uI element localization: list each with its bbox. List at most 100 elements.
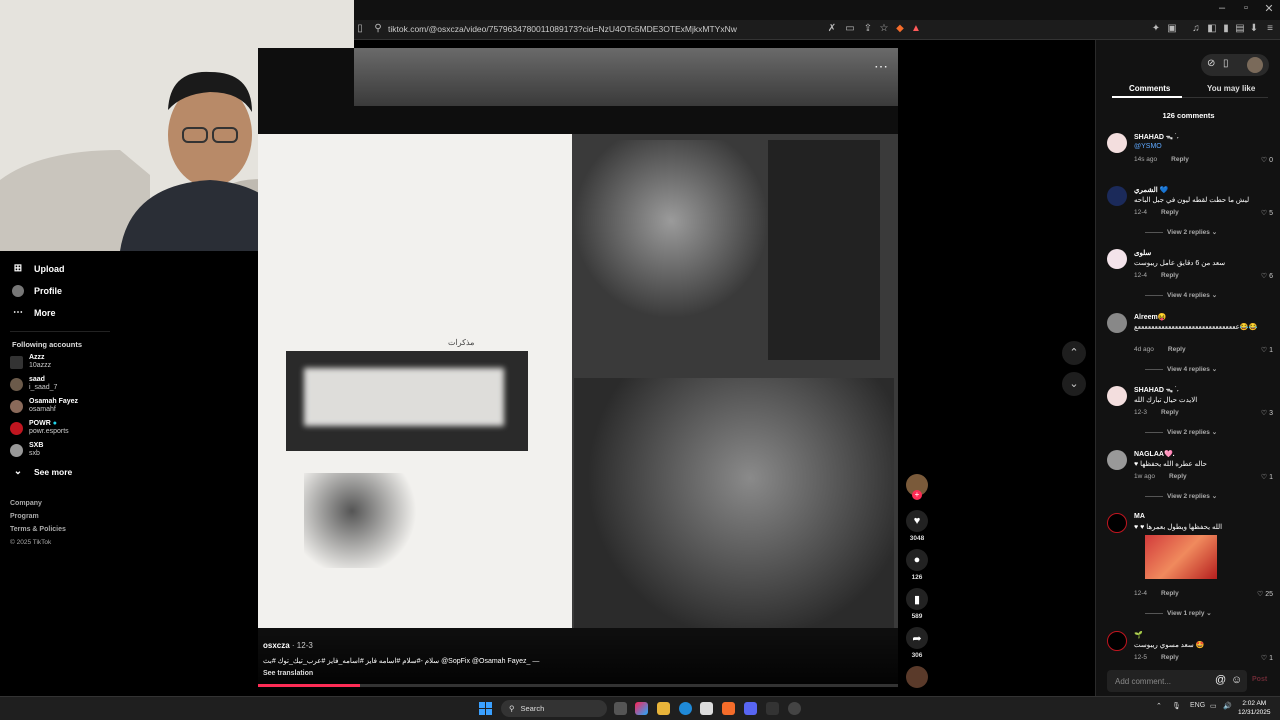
comment-icon[interactable]: ● <box>906 549 928 571</box>
nav-more[interactable]: ⋯ More <box>12 304 56 322</box>
see-more-button[interactable]: ⌄ See more <box>12 463 72 481</box>
maximize-button[interactable]: ▫ <box>1234 2 1258 14</box>
reply-button[interactable]: Reply <box>1161 654 1179 661</box>
like-action[interactable]: ♥ 3048 <box>900 510 934 542</box>
reply-button[interactable]: Reply <box>1171 156 1189 163</box>
extensions-icon[interactable]: ✦ <box>1150 23 1162 35</box>
cast-icon[interactable]: ▭ <box>844 23 856 35</box>
comment-avatar[interactable] <box>1107 313 1127 333</box>
comment-author[interactable]: 🌱 <box>1134 631 1143 639</box>
account-item[interactable]: saad i_saad_7 <box>10 374 57 394</box>
comment-like[interactable]: ♡ 1 <box>1261 473 1273 481</box>
comment-avatar[interactable] <box>1107 386 1127 406</box>
taskbar-search[interactable]: ⚲ Search <box>501 700 607 717</box>
start-button[interactable] <box>479 702 492 715</box>
comment-like[interactable]: ♡ 5 <box>1261 209 1273 217</box>
comment-action[interactable]: ● 126 <box>900 549 934 581</box>
comment-avatar[interactable] <box>1107 450 1127 470</box>
sidebar-toggle-icon[interactable]: ◧ <box>1206 23 1218 35</box>
media-icon[interactable]: ♫ <box>1190 23 1202 35</box>
account-item[interactable]: Osamah Fayez osamahf <box>10 396 78 416</box>
emoji-icon[interactable]: ☺ <box>1231 674 1242 686</box>
comment-like[interactable]: ♡ 0 <box>1261 156 1273 164</box>
xbox-icon[interactable] <box>766 702 779 715</box>
menu-icon[interactable]: ≡ <box>1264 23 1276 35</box>
follow-plus-icon[interactable]: + <box>912 490 922 500</box>
post-button[interactable]: Post <box>1252 676 1267 683</box>
tab-comments[interactable]: Comments <box>1129 84 1170 93</box>
close-button[interactable]: ✕ <box>1257 2 1280 15</box>
view-replies-button[interactable]: View 2 replies ⌄ <box>1145 228 1217 236</box>
comment-author[interactable]: سلوى <box>1134 249 1151 257</box>
share-icon[interactable]: ⇪ <box>862 23 874 35</box>
discord-icon[interactable] <box>744 702 757 715</box>
comment-avatar[interactable] <box>1107 186 1127 206</box>
site-info-icon[interactable]: ⚲ <box>372 23 384 35</box>
reply-button[interactable]: Reply <box>1168 346 1186 353</box>
brave-rewards-icon[interactable]: ▲ <box>910 23 922 35</box>
copilot-icon[interactable] <box>635 702 648 715</box>
comment-author[interactable]: SHAHAD ᯓ ࣪ ˖ <box>1134 133 1179 142</box>
comment-author[interactable]: NAGLAA🩷. <box>1134 450 1175 458</box>
task-view-icon[interactable] <box>614 702 627 715</box>
display-icon[interactable]: ▭ <box>1210 702 1217 710</box>
microphone-icon[interactable]: 🎙 <box>1172 702 1181 710</box>
comment-like[interactable]: ♡ 6 <box>1261 272 1273 280</box>
reply-button[interactable]: Reply <box>1161 209 1179 216</box>
view-replies-button[interactable]: View 4 replies ⌄ <box>1145 291 1217 299</box>
view-replies-button[interactable]: View 4 replies ⌄ <box>1145 365 1217 373</box>
reply-button[interactable]: Reply <box>1161 272 1179 279</box>
obs-icon[interactable] <box>788 702 801 715</box>
edge-icon[interactable] <box>679 702 692 715</box>
video-author[interactable]: osxcza <box>263 641 290 650</box>
comment-author[interactable]: SHAHAD ᯓ ࣪ ˖ <box>1134 386 1179 395</box>
next-video-button[interactable]: ⌄ <box>1062 372 1086 396</box>
comment-avatar[interactable] <box>1107 631 1127 651</box>
account-item[interactable]: SXB sxb <box>10 440 43 460</box>
user-avatar[interactable] <box>1247 57 1263 73</box>
previous-video-button[interactable]: ⌃ <box>1062 341 1086 365</box>
save-action[interactable]: ▮ 589 <box>900 588 934 620</box>
view-replies-button[interactable]: View 2 replies ⌄ <box>1145 428 1217 436</box>
wallet-icon[interactable]: ▣ <box>1166 23 1178 35</box>
reply-button[interactable]: Reply <box>1169 473 1187 480</box>
store-icon[interactable] <box>700 702 713 715</box>
brave-icon[interactable] <box>722 702 735 715</box>
video-author-line[interactable]: osxcza · 12-3 <box>263 641 313 650</box>
taskbar-clock[interactable]: 2:02 AM 12/31/2025 <box>1238 699 1271 717</box>
footer-terms[interactable]: Terms & Policies <box>10 526 66 533</box>
reply-button[interactable]: Reply <box>1161 409 1179 416</box>
account-item[interactable]: POWR ● powr.esports <box>10 418 69 438</box>
compass-icon[interactable]: ⊘ <box>1207 58 1215 69</box>
comment-like[interactable]: ♡ 1 <box>1261 654 1273 662</box>
more-options-icon[interactable]: ⋯ <box>874 58 889 75</box>
file-explorer-icon[interactable] <box>657 702 670 715</box>
bookmark-icon[interactable]: ▯ <box>354 23 366 35</box>
view-replies-button[interactable]: View 2 replies ⌄ <box>1145 492 1217 500</box>
video-player[interactable]: مذكرات ⋯ osxcza · 12-3 سلام -#سلام #اسام… <box>258 48 898 688</box>
reply-button[interactable]: Reply <box>1161 590 1179 597</box>
minimize-button[interactable]: – <box>1210 2 1234 14</box>
language-indicator[interactable]: ENG <box>1190 702 1205 709</box>
comment-author[interactable]: MA <box>1134 513 1145 520</box>
mention-icon[interactable]: @ <box>1215 674 1226 686</box>
footer-company[interactable]: Company <box>10 500 42 507</box>
tabs-icon[interactable]: ▤ <box>1234 23 1246 35</box>
nav-profile[interactable]: Profile <box>12 282 62 300</box>
comment-gif-image[interactable] <box>1145 535 1217 579</box>
bookmark-star-icon[interactable]: ☆ <box>878 23 890 35</box>
tab-you-may-like[interactable]: You may like <box>1207 84 1255 93</box>
video-progress-bar[interactable] <box>258 684 898 687</box>
download-icon[interactable]: ⬇ <box>1248 23 1260 35</box>
comment-like[interactable]: ♡ 25 <box>1257 590 1273 598</box>
nav-upload[interactable]: ⊞ Upload <box>12 260 65 278</box>
comment-avatar[interactable] <box>1107 133 1127 153</box>
url-text[interactable]: tiktok.com/@osxcza/video/757963478001108… <box>388 24 737 34</box>
heart-icon[interactable]: ♥ <box>906 510 928 532</box>
no-tracking-icon[interactable]: ✗ <box>826 23 838 35</box>
footer-program[interactable]: Program <box>10 513 39 520</box>
comment-avatar[interactable] <box>1107 249 1127 269</box>
volume-icon[interactable]: 🔊 <box>1223 702 1232 710</box>
comment-like[interactable]: ♡ 3 <box>1261 409 1273 417</box>
bookmark-icon[interactable]: ▮ <box>906 588 928 610</box>
